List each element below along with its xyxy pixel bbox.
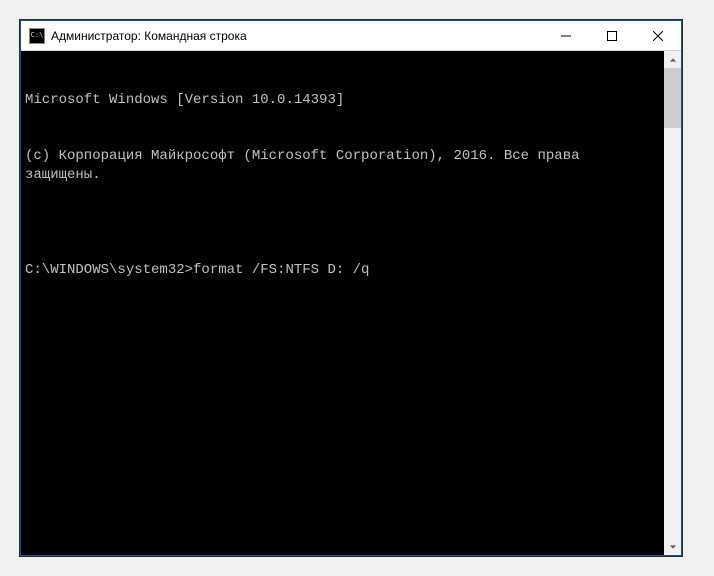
copyright-line: (c) Корпорация Майкрософт (Microsoft Cor… [25, 147, 660, 185]
terminal-output[interactable]: Microsoft Windows [Version 10.0.14393] (… [21, 51, 664, 555]
scroll-up-button[interactable] [664, 51, 681, 68]
prompt-path: C:\WINDOWS\system32> [25, 261, 193, 280]
vertical-scrollbar[interactable] [664, 51, 681, 555]
window-title: Администратор: Командная строка [51, 29, 543, 43]
cmd-icon: C:\ [29, 28, 45, 44]
maximize-button[interactable] [589, 21, 635, 50]
chevron-down-icon [669, 543, 677, 551]
scroll-down-button[interactable] [664, 538, 681, 555]
close-icon [653, 31, 663, 41]
titlebar[interactable]: C:\ Администратор: Командная строка [21, 21, 681, 51]
minimize-icon [561, 31, 571, 41]
prompt-line: C:\WINDOWS\system32>format /FS:NTFS D: /… [25, 261, 660, 280]
maximize-icon [607, 31, 617, 41]
close-button[interactable] [635, 21, 681, 50]
minimize-button[interactable] [543, 21, 589, 50]
terminal-wrapper: Microsoft Windows [Version 10.0.14393] (… [21, 51, 681, 555]
command-prompt-window: C:\ Администратор: Командная строка Micr… [20, 20, 682, 556]
chevron-up-icon [669, 56, 677, 64]
window-controls [543, 21, 681, 50]
command-text: format /FS:NTFS D: /q [193, 261, 369, 280]
cmd-icon-label: C:\ [31, 32, 44, 39]
scroll-track[interactable] [664, 68, 681, 538]
scroll-thumb[interactable] [664, 68, 681, 128]
version-line: Microsoft Windows [Version 10.0.14393] [25, 91, 660, 110]
